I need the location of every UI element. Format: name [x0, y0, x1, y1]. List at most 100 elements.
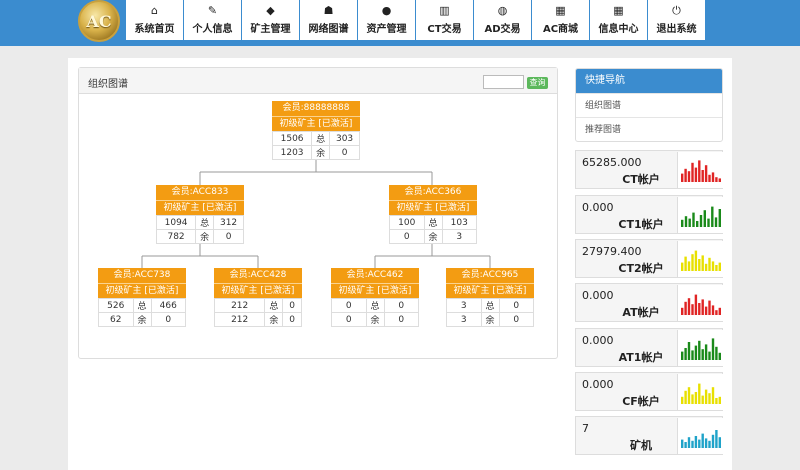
sparkline-bar [718, 352, 721, 360]
account-card[interactable]: 0.000 AT1帐户 [575, 328, 723, 367]
quick-nav-referral-chart[interactable]: 推荐图谱 [576, 117, 722, 141]
remaining-left: 212 [213, 312, 266, 327]
sparkline-bar [681, 439, 684, 448]
edit-icon: ✎ [207, 4, 218, 17]
total-left: 3 [446, 298, 482, 313]
member-level: 初级矿主 [已激活] [272, 116, 360, 131]
total-right: 0 [383, 298, 419, 313]
stats-remaining-row: 0余3 [389, 229, 477, 244]
total-label: 总 [423, 215, 443, 230]
sparkline-bar [698, 340, 701, 360]
sparkline-chart [677, 330, 723, 366]
sparkline-bar [684, 216, 688, 227]
remaining-label: 余 [311, 145, 331, 160]
member-search-input[interactable] [483, 75, 524, 89]
sparkline-bar [688, 218, 691, 227]
org-chart-title: 组织图谱 [88, 79, 128, 90]
account-name: CT1帐户 [618, 218, 664, 231]
query-button[interactable]: 查询 [527, 77, 548, 89]
member-account[interactable]: 会员:ACC462 [331, 268, 419, 283]
logo-text: AC [86, 11, 112, 31]
member-level: 初级矿主 [已激活] [446, 283, 534, 298]
remaining-right: 0 [383, 312, 419, 327]
sparkline-bar [698, 160, 701, 182]
sparkline-bar [687, 171, 691, 182]
nav-item-0[interactable]: ⌂ 系统首页 [126, 0, 183, 40]
account-card[interactable]: 27979.400 CT2帐户 [575, 239, 723, 278]
member-stats: 1094 总 312 782 余 0 [155, 215, 244, 244]
sparkline-bar [691, 440, 694, 448]
sparkline-chart [677, 374, 723, 410]
sparkline-bar [715, 177, 718, 182]
member-node[interactable]: 会员:ACC738 初级矿主 [已激活] 526 总 466 62 余 0 [98, 268, 186, 327]
sparkline-bar [699, 215, 703, 227]
remaining-left: 0 [331, 312, 367, 327]
sparkline-bar [681, 396, 684, 404]
sparkline-bar [711, 387, 715, 404]
quick-nav-panel: 快捷导航 组织图谱 推荐图谱 [575, 68, 723, 142]
sparkline-bar [692, 212, 695, 227]
nav-item-9[interactable]: ⏻ 退出系统 [648, 0, 705, 40]
quick-nav-title: 快捷导航 [576, 69, 722, 93]
sparkline-bar [711, 434, 715, 448]
total-label: 总 [195, 215, 215, 230]
sparkline-bar [708, 174, 711, 182]
account-card[interactable]: 65285.000 CT帐户 [575, 150, 723, 189]
account-card[interactable]: 0.000 CT1帐户 [575, 195, 723, 234]
nav-item-1[interactable]: ✎ 个人信息 [184, 0, 241, 40]
nav-item-2[interactable]: ◆ 矿主管理 [242, 0, 299, 40]
sparkline-bar [708, 440, 711, 448]
nav-item-3[interactable]: ☗ 网络图谱 [300, 0, 357, 40]
bar-chart-icon: ▥ [439, 4, 450, 17]
member-node[interactable]: 会员:88888888 初级矿主 [已激活] 1506 总 303 1203 余 0 [271, 101, 360, 160]
nav-item-7[interactable]: ▦ AC商城 [532, 0, 589, 40]
member-account[interactable]: 会员:88888888 [272, 101, 360, 116]
home-icon: ⌂ [151, 4, 158, 17]
sparkline-bar [694, 294, 698, 315]
remaining-left: 1203 [271, 145, 313, 160]
remaining-left: 0 [389, 229, 425, 244]
nav-item-4[interactable]: ● 资产管理 [358, 0, 415, 40]
sparkline-bar [681, 262, 684, 271]
nav-item-label: 退出系统 [656, 24, 697, 35]
sparkline-bar [694, 250, 698, 271]
nav-item-label: 网络图谱 [308, 24, 349, 35]
account-card[interactable]: 7 矿机 [575, 416, 723, 455]
quick-nav-org-chart[interactable]: 组织图谱 [576, 93, 722, 117]
nav-item-label: 信息中心 [598, 24, 639, 35]
total-label: 总 [311, 131, 331, 146]
sparkline-bar [701, 255, 704, 271]
member-level: 初级矿主 [已激活] [214, 283, 302, 298]
sparkline-bar [684, 442, 687, 448]
member-account[interactable]: 会员:ACC428 [214, 268, 302, 283]
sparkline-bar [704, 306, 708, 315]
sparkline-bar [704, 438, 708, 448]
account-card[interactable]: 0.000 AT帐户 [575, 283, 723, 322]
member-account[interactable]: 会员:ACC833 [156, 185, 244, 200]
account-card[interactable]: 0.000 CF帐户 [575, 372, 723, 411]
remaining-right: 0 [498, 312, 534, 327]
sparkline-bar [687, 298, 691, 315]
power-icon: ⏻ [672, 4, 681, 17]
nav-item-8[interactable]: ▦ 信息中心 [590, 0, 647, 40]
total-left: 1506 [271, 131, 313, 146]
site-logo[interactable]: AC [78, 0, 120, 42]
stats-total-row: 3总0 [446, 298, 534, 313]
member-account[interactable]: 会员:ACC965 [446, 268, 534, 283]
sparkline-chart [677, 241, 723, 277]
nav-item-5[interactable]: ▥ CT交易 [416, 0, 473, 40]
total-right: 312 [213, 215, 244, 230]
nav-item-6[interactable]: ◍ AD交易 [474, 0, 531, 40]
member-node[interactable]: 会员:ACC366 初级矿主 [已激活] 100 总 103 0 余 3 [389, 185, 477, 244]
member-node[interactable]: 会员:ACC965 初级矿主 [已激活] 3 总 0 3 余 0 [446, 268, 534, 327]
sparkline-bar [694, 436, 698, 448]
member-node[interactable]: 会员:ACC428 初级矿主 [已激活] 212 总 0 212 余 0 [213, 268, 302, 327]
sparkline-bar [691, 394, 694, 404]
member-account[interactable]: 会员:ACC366 [389, 185, 477, 200]
member-node[interactable]: 会员:ACC833 初级矿主 [已激活] 1094 总 312 782 余 0 [155, 185, 244, 244]
stats-remaining-row: 782 余 0 [155, 229, 244, 244]
member-node[interactable]: 会员:ACC462 初级矿主 [已激活] 0 总 0 0 余 0 [331, 268, 419, 327]
member-account[interactable]: 会员:ACC738 [98, 268, 186, 283]
sparkline-bar [718, 307, 721, 315]
sparkline-bar [715, 398, 718, 404]
